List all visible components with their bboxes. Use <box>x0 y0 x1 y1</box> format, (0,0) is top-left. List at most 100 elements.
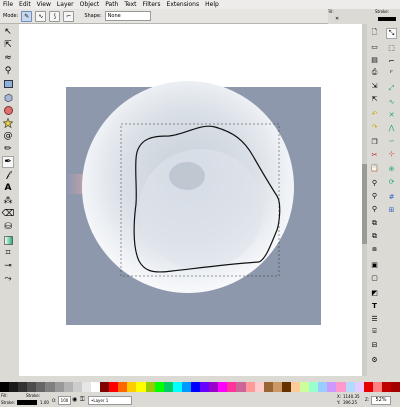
zoom-drawing-icon[interactable]: ⚲ <box>369 190 380 201</box>
group-icon[interactable]: ▣ <box>369 259 380 270</box>
pencil-icon[interactable]: ✏ <box>2 143 14 155</box>
layer-select[interactable]: •Layer 1 <box>88 396 132 405</box>
snap-nodes-icon[interactable]: ⤢ <box>386 83 397 94</box>
undo-icon[interactable]: ↶ <box>369 108 380 119</box>
palette-swatch[interactable] <box>318 382 328 392</box>
snap-toggle-icon[interactable]: ⤡ <box>386 28 397 39</box>
text-icon[interactable]: A <box>2 182 14 194</box>
export-icon[interactable]: ⇱ <box>369 93 380 104</box>
snap-smooth-icon[interactable]: ∽ <box>386 135 397 146</box>
fill-stroke-indicator[interactable]: Fill: Stroke: ✕ <box>325 8 400 24</box>
zoom-icon[interactable]: ⚲ <box>2 65 14 77</box>
snap-intersection-icon[interactable]: ✕ <box>386 109 397 120</box>
preferences-icon[interactable]: ⚙ <box>369 354 380 365</box>
paint-bucket-icon[interactable]: ⛁ <box>2 221 14 233</box>
palette-swatch[interactable] <box>200 382 210 392</box>
palette-swatch[interactable] <box>209 382 219 392</box>
snap-path-icon[interactable]: ∿ <box>386 96 397 107</box>
palette-swatch[interactable] <box>363 382 373 392</box>
redo-icon[interactable]: ↷ <box>369 121 380 132</box>
shape-select[interactable]: None <box>104 11 151 21</box>
snap-midpoint-icon[interactable]: ⊹ <box>386 148 397 159</box>
fill-stroke-icon[interactable]: ◩ <box>369 287 380 298</box>
palette-swatch[interactable] <box>72 382 82 392</box>
palette-swatch[interactable] <box>245 382 255 392</box>
menu-filters[interactable]: Filters <box>140 0 164 9</box>
cut-icon[interactable]: ✂ <box>369 149 380 160</box>
ungroup-icon[interactable]: ▢ <box>369 272 380 283</box>
canvas[interactable] <box>19 24 362 376</box>
stroke-swatch[interactable] <box>378 17 396 21</box>
palette-swatch[interactable] <box>218 382 228 392</box>
menu-help[interactable]: Help <box>202 0 222 9</box>
opacity-input[interactable]: 100 <box>58 396 71 405</box>
palette-swatch[interactable] <box>54 382 64 392</box>
tweak-icon[interactable]: ≈ <box>2 52 14 64</box>
zoom-input[interactable]: 52% <box>371 396 391 405</box>
spiro-mode-icon[interactable]: ∿ <box>35 10 47 22</box>
palette-swatch[interactable] <box>145 382 155 392</box>
palette-swatch[interactable] <box>300 382 310 392</box>
paste-icon[interactable]: 📋 <box>369 162 380 173</box>
rectangle-icon[interactable] <box>2 78 14 90</box>
layers-icon[interactable]: ☰ <box>369 313 380 324</box>
palette-swatch[interactable] <box>9 382 19 392</box>
palette-swatch[interactable] <box>181 382 191 392</box>
palette-swatch[interactable] <box>63 382 73 392</box>
align-icon[interactable]: ⊟ <box>369 339 380 350</box>
palette-swatch[interactable] <box>127 382 137 392</box>
palette-swatch[interactable] <box>136 382 146 392</box>
palette-swatch[interactable] <box>118 382 128 392</box>
new-document-icon[interactable]: 🗋 <box>369 28 380 39</box>
palette-swatch[interactable] <box>372 382 382 392</box>
bspline-mode-icon[interactable]: ⟆ <box>49 10 61 22</box>
palette-swatch[interactable] <box>263 382 273 392</box>
canvas-drawing[interactable] <box>19 24 362 376</box>
menu-extensions[interactable]: Extensions <box>164 0 203 9</box>
palette-swatch[interactable] <box>309 382 319 392</box>
print-icon[interactable]: ⎙ <box>369 67 380 78</box>
layer-visibility-icon[interactable]: ◉ <box>72 396 77 403</box>
spray-icon[interactable]: ⁂ <box>2 195 14 207</box>
menu-object[interactable]: Object <box>77 0 103 9</box>
palette-swatch[interactable] <box>109 382 119 392</box>
palette-swatch[interactable] <box>154 382 164 392</box>
clone-icon[interactable]: ⧉ <box>369 231 380 242</box>
palette-swatch[interactable] <box>0 382 10 392</box>
palette-swatch[interactable] <box>272 382 282 392</box>
eraser-icon[interactable]: ⌫ <box>2 208 15 220</box>
snap-bbox-edge-icon[interactable]: ⌐ <box>386 55 397 66</box>
snap-rotation-center-icon[interactable]: ⟳ <box>386 176 397 187</box>
menu-text[interactable]: Text <box>121 0 139 9</box>
menu-file[interactable]: File <box>0 0 16 9</box>
snap-guide-icon[interactable]: ⊞ <box>386 204 397 215</box>
node-editor-icon[interactable]: ⇱ <box>2 39 14 51</box>
palette-swatch[interactable] <box>281 382 291 392</box>
palette-swatch[interactable] <box>336 382 346 392</box>
palette-swatch[interactable] <box>327 382 337 392</box>
palette-swatch[interactable] <box>381 382 392 392</box>
snap-cusp-icon[interactable]: ⋀ <box>386 122 397 133</box>
palette-swatch[interactable] <box>190 382 201 392</box>
palette-swatch[interactable] <box>100 382 110 392</box>
palette-swatch[interactable] <box>45 382 55 392</box>
snap-bbox-icon[interactable]: ⬚ <box>386 42 397 53</box>
open-icon[interactable]: ▭ <box>369 41 380 52</box>
import-icon[interactable]: ⇲ <box>369 80 380 91</box>
unlink-clone-icon[interactable]: ⧈ <box>369 244 380 255</box>
palette-swatch[interactable] <box>345 382 355 392</box>
regular-bezier-mode-icon[interactable]: ✎ <box>21 10 33 22</box>
snap-bbox-corner-icon[interactable]: ⌜ <box>386 68 397 79</box>
palette-swatch[interactable] <box>254 382 264 392</box>
palette-swatch[interactable] <box>391 382 400 392</box>
dropper-icon[interactable]: ⊸ <box>2 260 14 272</box>
save-icon[interactable]: ▤ <box>369 54 380 65</box>
connector-icon[interactable]: ⤳ <box>2 273 14 285</box>
text-font-icon[interactable]: T <box>369 300 380 311</box>
selector-icon[interactable]: ↖ <box>2 26 14 38</box>
palette-swatch[interactable] <box>36 382 46 392</box>
palette-swatch[interactable] <box>354 382 364 392</box>
palette-swatch[interactable] <box>90 382 101 392</box>
palette-swatch[interactable] <box>81 382 91 392</box>
snap-center-icon[interactable]: ⊕ <box>386 163 397 174</box>
